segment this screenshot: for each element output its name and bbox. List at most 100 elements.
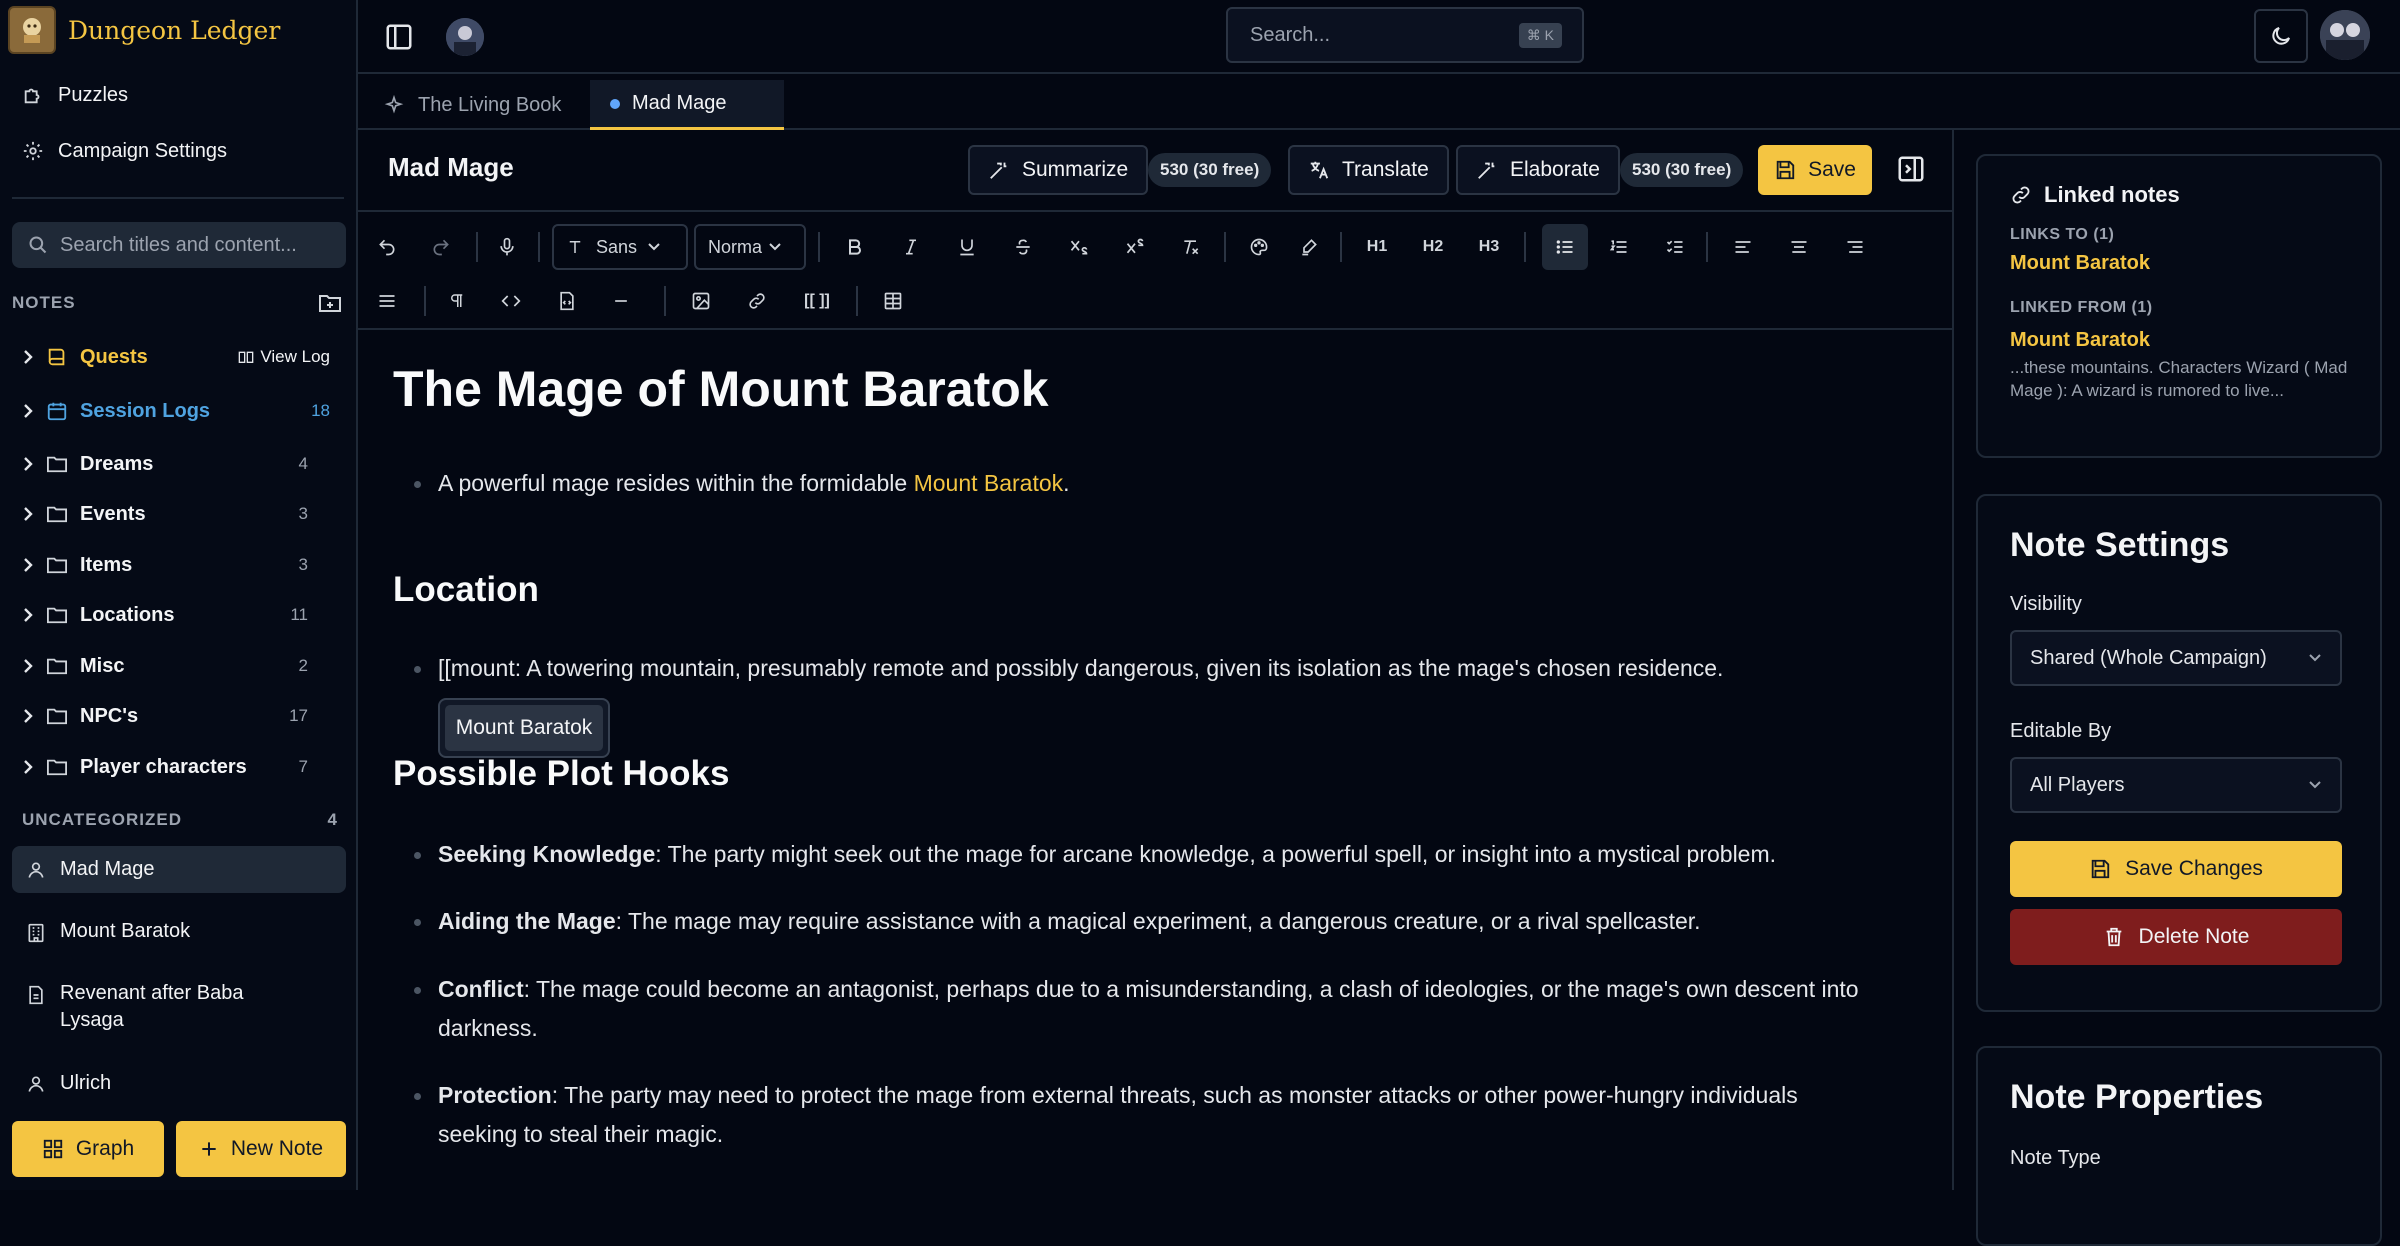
suggestion-item[interactable]: Mount Baratok <box>445 705 603 751</box>
tree-item-count: 2 <box>298 656 308 675</box>
hook-term: Seeking Knowledge <box>438 841 656 867</box>
wiki-link-icon[interactable]: [[ ]] <box>790 278 844 324</box>
bullet-list-icon[interactable] <box>1542 224 1588 270</box>
delete-note-button[interactable]: Delete Note <box>2010 909 2342 965</box>
chevron-right-icon[interactable] <box>22 349 34 365</box>
save-icon <box>1776 160 1795 180</box>
links-to-item[interactable]: Mount Baratok <box>2010 252 2348 275</box>
image-icon[interactable] <box>678 278 724 324</box>
code-icon[interactable] <box>488 278 534 324</box>
summarize-button[interactable]: Summarize <box>968 145 1149 195</box>
heading-3-icon[interactable]: H3 <box>1466 224 1512 270</box>
superscript-icon[interactable] <box>1112 224 1158 270</box>
palette-icon[interactable] <box>1236 224 1282 270</box>
chevron-right-icon[interactable] <box>22 607 34 623</box>
clear-format-icon[interactable] <box>1168 224 1214 270</box>
brand[interactable]: Dungeon Ledger <box>8 6 280 54</box>
tree-item-session-logs[interactable]: Session Logs 18 <box>22 392 330 430</box>
translate-button[interactable]: Translate <box>1288 145 1449 195</box>
task-list-icon[interactable] <box>1652 224 1698 270</box>
intro-end: . <box>1063 470 1070 496</box>
folder-icon <box>47 557 67 574</box>
visibility-select[interactable]: Shared (Whole Campaign) <box>2010 630 2342 686</box>
sidebar-link-label: Campaign Settings <box>58 139 227 162</box>
user-avatar[interactable] <box>2320 10 2370 60</box>
align-left-icon[interactable] <box>1720 224 1766 270</box>
tree-item-events[interactable]: Events 3 <box>22 495 330 533</box>
tree-item-items[interactable]: Items 3 <box>22 546 330 584</box>
sidebar-link-puzzles[interactable]: Puzzles <box>22 75 128 115</box>
h3-label: H3 <box>1478 238 1500 255</box>
chevron-right-icon[interactable] <box>22 708 34 724</box>
linked-from-item[interactable]: Mount Baratok <box>2010 329 2348 352</box>
magic-wand-icon <box>990 162 1007 179</box>
align-right-icon[interactable] <box>1832 224 1878 270</box>
strikethrough-icon[interactable] <box>1000 224 1046 270</box>
chevron-right-icon[interactable] <box>22 759 34 775</box>
note-properties-card: Note Properties Note Type <box>1976 1046 2382 1246</box>
toggle-sidebar-icon[interactable] <box>382 20 416 54</box>
microphone-icon[interactable] <box>484 224 530 270</box>
tree-item-dreams[interactable]: Dreams 4 <box>22 445 330 483</box>
save-icon <box>2091 859 2110 879</box>
tree-item-quests[interactable]: Quests View Log <box>22 338 330 376</box>
view-log-button[interactable]: View Log <box>238 347 330 367</box>
theme-toggle-button[interactable] <box>2254 9 2308 63</box>
heading-1-icon[interactable]: H1 <box>1354 224 1400 270</box>
tab-the-living-book[interactable]: The Living Book <box>364 80 581 130</box>
undo-icon[interactable] <box>364 224 410 270</box>
chevron-right-icon[interactable] <box>22 506 34 522</box>
campaign-avatar[interactable] <box>446 18 484 56</box>
elaborate-label: Elaborate <box>1510 158 1600 181</box>
document-editor[interactable]: The Mage of Mount Baratok A powerful mag… <box>358 330 1952 1190</box>
highlighter-icon[interactable] <box>1286 224 1332 270</box>
font-family-select[interactable]: Sans <box>552 224 688 270</box>
tab-mad-mage[interactable]: Mad Mage <box>590 80 784 130</box>
note-item-revenant[interactable]: Revenant after Baba Lysaga <box>12 970 312 1044</box>
subscript-icon[interactable] <box>1056 224 1102 270</box>
hook-term: Conflict <box>438 976 524 1002</box>
sidebar-link-campaign-settings[interactable]: Campaign Settings <box>22 131 227 171</box>
global-search-input[interactable]: Search... ⌘ K <box>1226 7 1584 63</box>
new-note-button[interactable]: New Note <box>176 1121 346 1177</box>
note-item-mount-baratok[interactable]: Mount Baratok <box>12 908 346 955</box>
editable-by-select[interactable]: All Players <box>2010 757 2342 813</box>
chevron-right-icon[interactable] <box>22 403 34 419</box>
chevron-right-icon[interactable] <box>22 456 34 472</box>
mount-baratok-link[interactable]: Mount Baratok <box>914 470 1064 496</box>
tree-item-npcs[interactable]: NPC's 17 <box>22 697 330 735</box>
code-block-icon[interactable] <box>544 278 590 324</box>
heading-2-icon[interactable]: H2 <box>1410 224 1456 270</box>
underline-icon[interactable] <box>944 224 990 270</box>
bold-icon[interactable] <box>832 224 878 270</box>
toggle-right-panel-icon[interactable] <box>1894 152 1928 186</box>
italic-icon[interactable] <box>888 224 934 270</box>
table-icon[interactable] <box>870 278 916 324</box>
add-folder-icon[interactable] <box>318 292 342 314</box>
tree-item-label: Locations <box>80 603 175 626</box>
note-item-mad-mage[interactable]: Mad Mage <box>12 846 346 893</box>
ordered-list-icon[interactable] <box>1596 224 1642 270</box>
paragraph-icon[interactable] <box>434 278 480 324</box>
tree-item-misc[interactable]: Misc 2 <box>22 647 330 685</box>
text-style-select[interactable]: Norma <box>694 224 806 270</box>
save-button[interactable]: Save <box>1758 145 1872 195</box>
tree-item-player-characters[interactable]: Player characters 7 <box>22 748 330 786</box>
chevron-right-icon[interactable] <box>22 557 34 573</box>
chevron-right-icon[interactable] <box>22 658 34 674</box>
note-item-ulrich[interactable]: Ulrich <box>12 1060 346 1107</box>
divider <box>1706 232 1708 262</box>
align-center-icon[interactable] <box>1776 224 1822 270</box>
graph-button[interactable]: Graph <box>12 1121 164 1177</box>
redo-icon[interactable] <box>418 224 464 270</box>
elaborate-button[interactable]: Elaborate <box>1456 145 1620 195</box>
hook-text: : The mage could become an antagonist, p… <box>438 976 1859 1041</box>
sidebar-search-input[interactable]: Search titles and content... <box>12 222 346 268</box>
link-icon[interactable] <box>734 278 780 324</box>
save-changes-button[interactable]: Save Changes <box>2010 841 2342 897</box>
tree-item-locations[interactable]: Locations 11 <box>22 596 330 634</box>
hook-text: : The party might seek out the mage for … <box>655 841 1777 867</box>
horizontal-rule-icon[interactable] <box>598 278 644 324</box>
align-justify-icon[interactable] <box>364 278 410 324</box>
plot-hook-item: Protection: The party may need to protec… <box>414 1076 1868 1154</box>
